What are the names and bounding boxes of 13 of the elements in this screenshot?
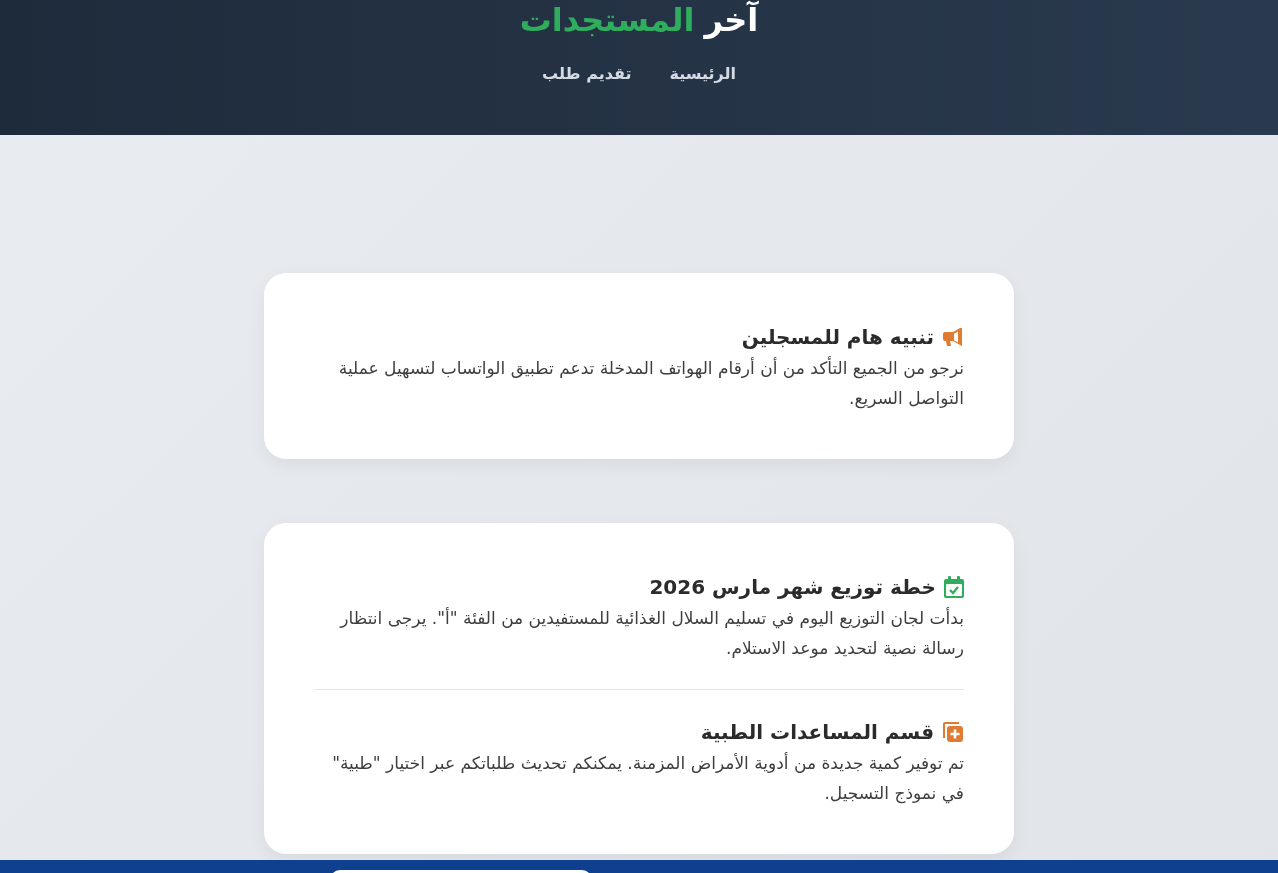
update-text: بدأت لجان التوزيع اليوم في تسليم السلال الغذائية للمستفيدين من الفئة "أ". يرجى انتظار رسالة نصية لتحديد موعد الاستلام.	[338, 606, 964, 660]
medical-square-icon	[942, 721, 964, 743]
nav-link[interactable]: تقديم طلب	[542, 62, 632, 86]
page-title: آخر	[704, 0, 759, 40]
update-title: قسم المساعدات الطبية	[700, 719, 934, 746]
update-title: خطة توزيع شهر مارس 2026	[649, 574, 936, 601]
page-title-highlight: المستجدات	[519, 0, 695, 40]
update-text: تم توفير كمية جديدة من أدوية الأمراض المزمنة. يمكنكم تحديث طلباتكم عبر اختيار "طبية" في نموذج التسجيل.	[331, 751, 964, 806]
megaphone-icon	[942, 327, 964, 347]
nav-link[interactable]: الرئيسية	[669, 62, 736, 86]
update-title: تنبيه هام للمسجلين	[741, 324, 934, 351]
update-text: نرجو من الجميع التأكد من أن أرقام الهواتف المدخلة تدعم تطبيق الواتساب لتسهيل عملية التواصل السريع.	[337, 355, 964, 411]
calendar-check-icon	[944, 576, 964, 598]
